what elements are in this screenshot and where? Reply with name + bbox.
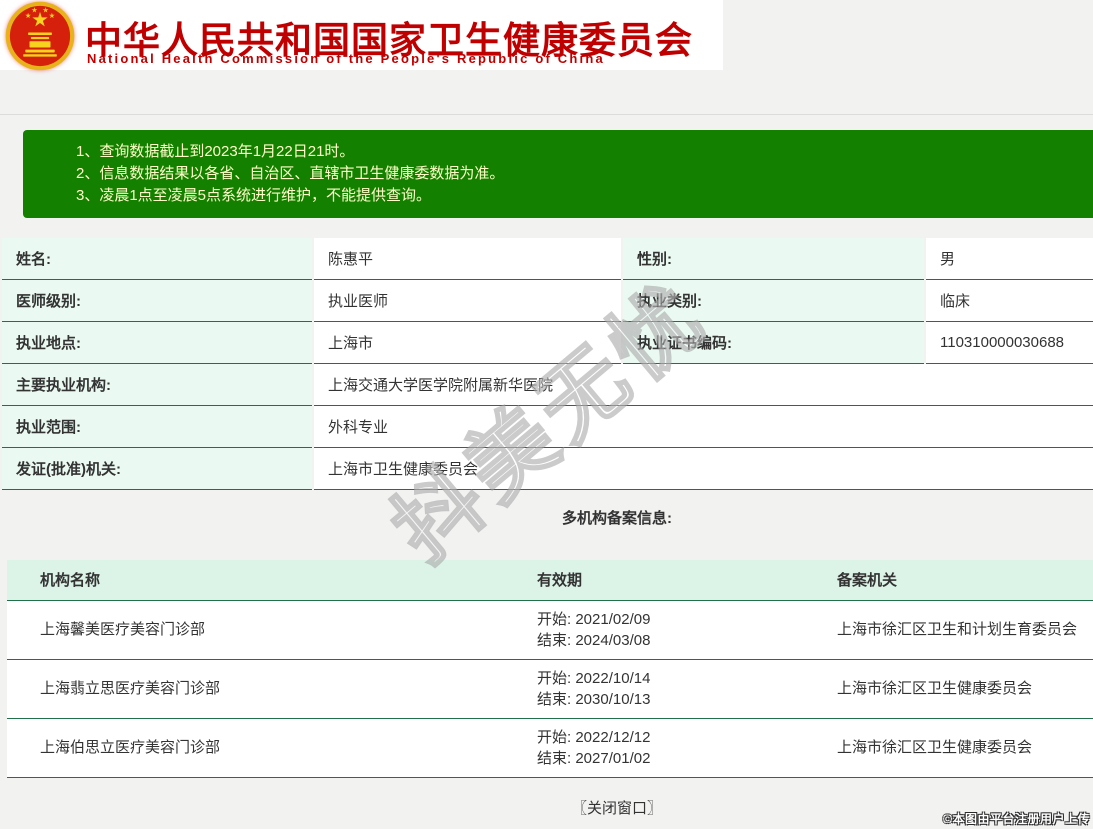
org-record-row: 上海伯思立医疗美容门诊部 开始: 2022/12/12 结束: 2027/01/… — [7, 718, 1093, 778]
name-label: 姓名: — [2, 238, 312, 280]
agency-column-header: 备案机关 — [820, 560, 1093, 601]
category-label: 执业类别: — [623, 280, 924, 322]
main-org-label: 主要执业机构: — [2, 364, 312, 406]
doctor-info-row: 医师级别: 执业医师 执业类别: 临床 — [2, 280, 1093, 322]
multi-org-header-row: 机构名称 有效期 备案机关 — [7, 560, 1093, 601]
org-name-column-header: 机构名称 — [7, 560, 520, 601]
site-header: 中华人民共和国国家卫生健康委员会 National Health Commiss… — [0, 0, 723, 71]
site-title-english: National Health Commission of the People… — [87, 51, 605, 66]
header-divider — [0, 114, 1093, 115]
notice-line-1: 1、查询数据截止到2023年1月22日21时。 — [76, 143, 355, 160]
close-window-link[interactable]: 〖关闭窗口〗 — [0, 797, 1093, 818]
issuer-label: 发证(批准)机关: — [2, 448, 312, 490]
doctor-info-row: 主要执业机构: 上海交通大学医学院附属新华医院 — [2, 364, 1093, 406]
issuer-value: 上海市卫生健康委员会 — [314, 448, 1093, 490]
org-record-row: 上海馨美医疗美容门诊部 开始: 2021/02/09 结束: 2024/03/0… — [7, 600, 1093, 660]
doctor-info-table: 姓名: 陈惠平 性别: 男 医师级别: 执业医师 执业类别: 临床 执业地点: … — [0, 238, 1093, 490]
org-name: 上海馨美医疗美容门诊部 — [7, 600, 520, 660]
org-name: 上海伯思立医疗美容门诊部 — [7, 718, 520, 778]
doctor-info-row: 执业范围: 外科专业 — [2, 406, 1093, 448]
doctor-info-row: 姓名: 陈惠平 性别: 男 — [2, 238, 1093, 280]
org-agency: 上海市徐汇区卫生健康委员会 — [820, 659, 1093, 719]
gender-value: 男 — [926, 238, 1093, 280]
national-emblem-icon — [5, 1, 75, 71]
level-label: 医师级别: — [2, 280, 312, 322]
name-value: 陈惠平 — [314, 238, 621, 280]
location-label: 执业地点: — [2, 322, 312, 364]
cert-value: 110310000030688 — [926, 322, 1093, 364]
gender-label: 性别: — [623, 238, 924, 280]
notice-line-2: 2、信息数据结果以各省、自治区、直辖市卫生健康委数据为准。 — [76, 165, 505, 182]
scope-label: 执业范围: — [2, 406, 312, 448]
doctor-info-row: 发证(批准)机关: 上海市卫生健康委员会 — [2, 448, 1093, 490]
org-validity: 开始: 2022/10/14 结束: 2030/10/13 — [520, 659, 820, 719]
main-org-value: 上海交通大学医学院附属新华医院 — [314, 364, 1093, 406]
org-validity: 开始: 2022/12/12 结束: 2027/01/02 — [520, 718, 820, 778]
upload-copyright-watermark: ©本图由平台注册用户上传 — [943, 812, 1090, 826]
org-name: 上海翡立思医疗美容门诊部 — [7, 659, 520, 719]
multi-org-table: 机构名称 有效期 备案机关 上海馨美医疗美容门诊部 开始: 2021/02/09… — [7, 560, 1093, 778]
level-value: 执业医师 — [314, 280, 621, 322]
org-validity: 开始: 2021/02/09 结束: 2024/03/08 — [520, 600, 820, 660]
location-value: 上海市 — [314, 322, 621, 364]
notice-box: 1、查询数据截止到2023年1月22日21时。 2、信息数据结果以各省、自治区、… — [23, 130, 1093, 218]
org-agency: 上海市徐汇区卫生和计划生育委员会 — [820, 600, 1093, 660]
org-record-row: 上海翡立思医疗美容门诊部 开始: 2022/10/14 结束: 2030/10/… — [7, 659, 1093, 719]
cert-label: 执业证书编码: — [623, 322, 924, 364]
doctor-info-row: 执业地点: 上海市 执业证书编码: 110310000030688 — [2, 322, 1093, 364]
notice-line-3: 3、凌晨1点至凌晨5点系统进行维护，不能提供查询。 — [76, 187, 432, 204]
org-agency: 上海市徐汇区卫生健康委员会 — [820, 718, 1093, 778]
validity-column-header: 有效期 — [520, 560, 820, 601]
scope-value: 外科专业 — [314, 406, 1093, 448]
category-value: 临床 — [926, 280, 1093, 322]
multi-org-section-title: 多机构备案信息: — [562, 510, 672, 527]
